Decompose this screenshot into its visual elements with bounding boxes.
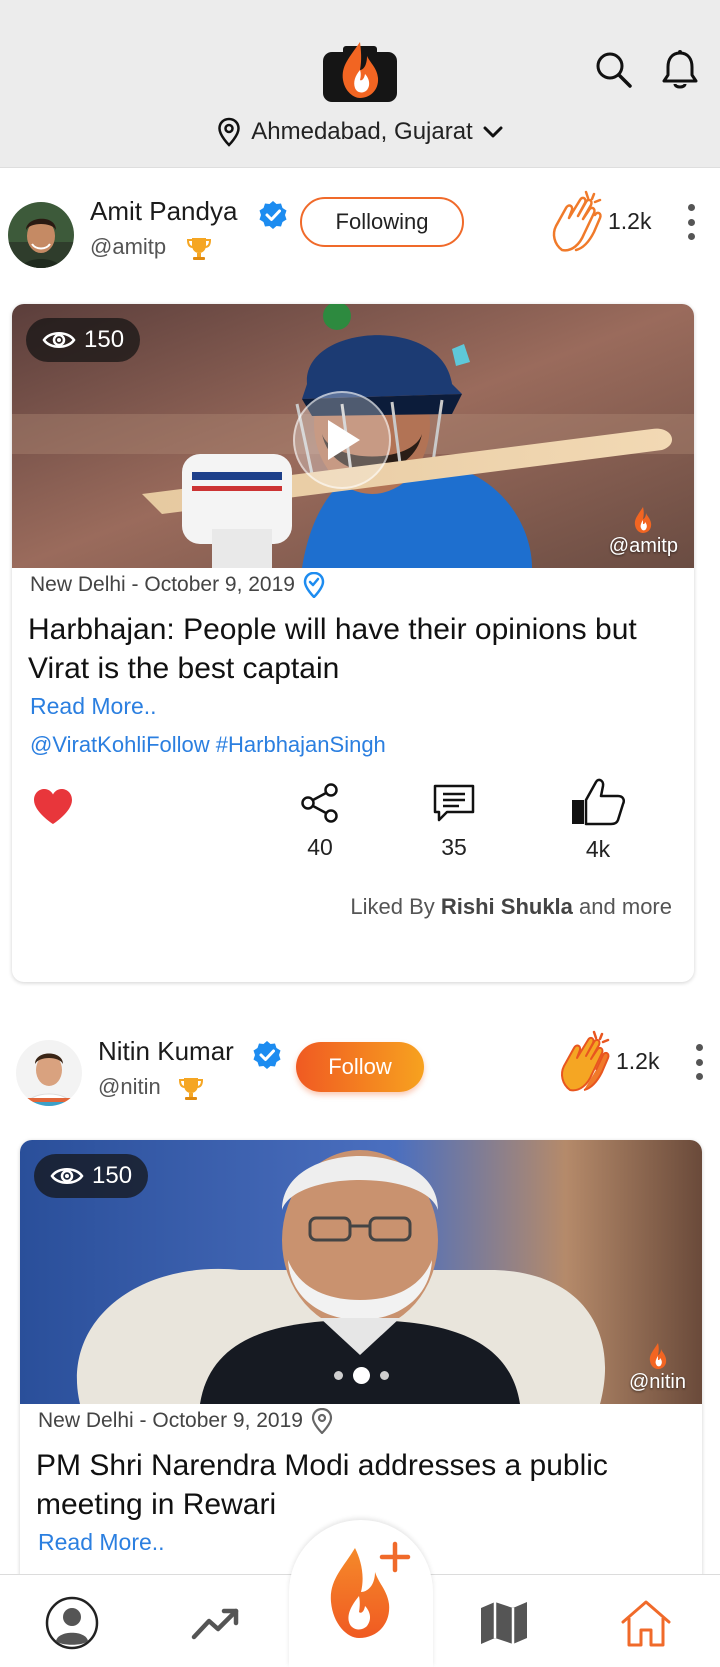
like-count: 4k [585,836,611,862]
liked-by-suffix: and more [579,894,672,919]
notification-bell-icon[interactable] [658,48,702,92]
avatar[interactable] [8,202,74,268]
eye-icon [42,332,76,348]
clap-count: 1.2k [616,1048,660,1074]
liked-by-name: Rishi Shukla [440,894,573,919]
nav-map[interactable] [474,1593,534,1653]
nav-profile[interactable] [42,1593,102,1653]
views-badge: 150 [34,1154,149,1198]
verified-badge-icon [259,201,287,229]
location-date-text: New Delhi - October 9, 2019 [30,573,295,596]
heart-icon[interactable] [32,788,74,826]
views-count: 150 [92,1162,133,1189]
views-count: 150 [84,326,125,353]
clap-count: 1.2k [608,208,652,234]
search-icon[interactable] [592,48,636,92]
share-action[interactable]: 40 [280,782,360,861]
profile-icon [45,1596,99,1650]
eye-icon [50,1168,84,1184]
location-pin-outline-icon [311,1408,333,1434]
nav-trending[interactable] [186,1593,246,1653]
carousel-dot-active[interactable] [352,1367,370,1384]
liked-by-prefix: Liked By [350,894,435,919]
location-check-icon [303,572,325,598]
app-logo [323,42,397,102]
read-more-link[interactable]: Read More.. [30,693,157,720]
comment-action[interactable]: 35 [414,782,494,861]
play-icon [328,420,360,460]
flame-logo-icon [635,507,652,533]
share-icon [301,783,338,823]
author-handle: @nitin [98,1074,161,1099]
post-image-carousel[interactable]: 150 @nitin [20,1140,702,1404]
clap-outline-icon[interactable] [548,190,604,254]
more-options-icon[interactable] [686,204,696,240]
trending-icon [191,1608,239,1640]
verified-badge-icon [253,1041,281,1069]
map-icon [481,1602,527,1644]
read-more-link[interactable]: Read More.. [38,1529,165,1556]
liked-by-text[interactable]: Liked By Rishi Shukla and more [350,894,672,920]
post-video-thumbnail[interactable]: 150 @amitp [12,304,694,568]
play-button[interactable] [293,391,391,489]
like-action[interactable]: 4k [558,778,638,863]
chevron-down-icon [483,126,503,138]
app-header: Ahmedabad, Gujarat [0,0,720,168]
following-button[interactable]: Following [300,197,464,247]
share-count: 40 [307,834,333,860]
post-location-date: New Delhi - October 9, 2019 [30,572,325,598]
nav-home[interactable] [616,1593,676,1653]
carousel-dot[interactable] [333,1371,343,1380]
create-post-icon [330,1541,411,1638]
comment-icon [433,784,475,822]
post-title[interactable]: Harbhajan: People will have their opinio… [28,610,668,688]
location-pin-icon [218,117,241,147]
follow-button[interactable]: Follow [296,1042,424,1092]
hashtags[interactable]: @ViratKohliFollow #HarbhajanSingh [30,732,386,758]
carousel-dot[interactable] [379,1371,389,1380]
post-card: Nitin Kumar @nitin Follow 1.2k 150 @niti… [0,1030,720,1610]
post-content-card: 150 @amitp New Delhi - October 9, 2019 H… [12,304,694,982]
avatar[interactable] [16,1040,82,1106]
location-date-text: New Delhi - October 9, 2019 [38,1409,303,1432]
clap-filled-icon[interactable] [556,1030,612,1094]
carousel-indicator[interactable] [20,1367,702,1384]
create-post-button[interactable] [289,1520,433,1667]
location-label: Ahmedabad, Gujarat [251,118,473,145]
author-handle: @amitp [90,234,167,259]
trophy-icon [186,238,212,260]
post-location-date: New Delhi - October 9, 2019 [38,1408,333,1434]
trophy-icon [178,1078,204,1100]
thumbs-up-icon [572,778,626,826]
views-badge: 150 [26,318,141,362]
location-selector[interactable]: Ahmedabad, Gujarat [0,112,720,152]
more-options-icon[interactable] [694,1044,704,1080]
watermark-handle: @amitp [608,535,678,557]
watermark: @amitp [609,505,678,558]
author-name[interactable]: Amit Pandya [90,196,237,227]
post-card: Amit Pandya @amitp Following 1.2k 150 @a… [0,190,720,986]
post-title[interactable]: PM Shri Narendra Modi addresses a public… [36,1446,676,1524]
author-name[interactable]: Nitin Kumar [98,1036,234,1067]
home-icon [621,1600,671,1647]
comment-count: 35 [441,834,467,860]
